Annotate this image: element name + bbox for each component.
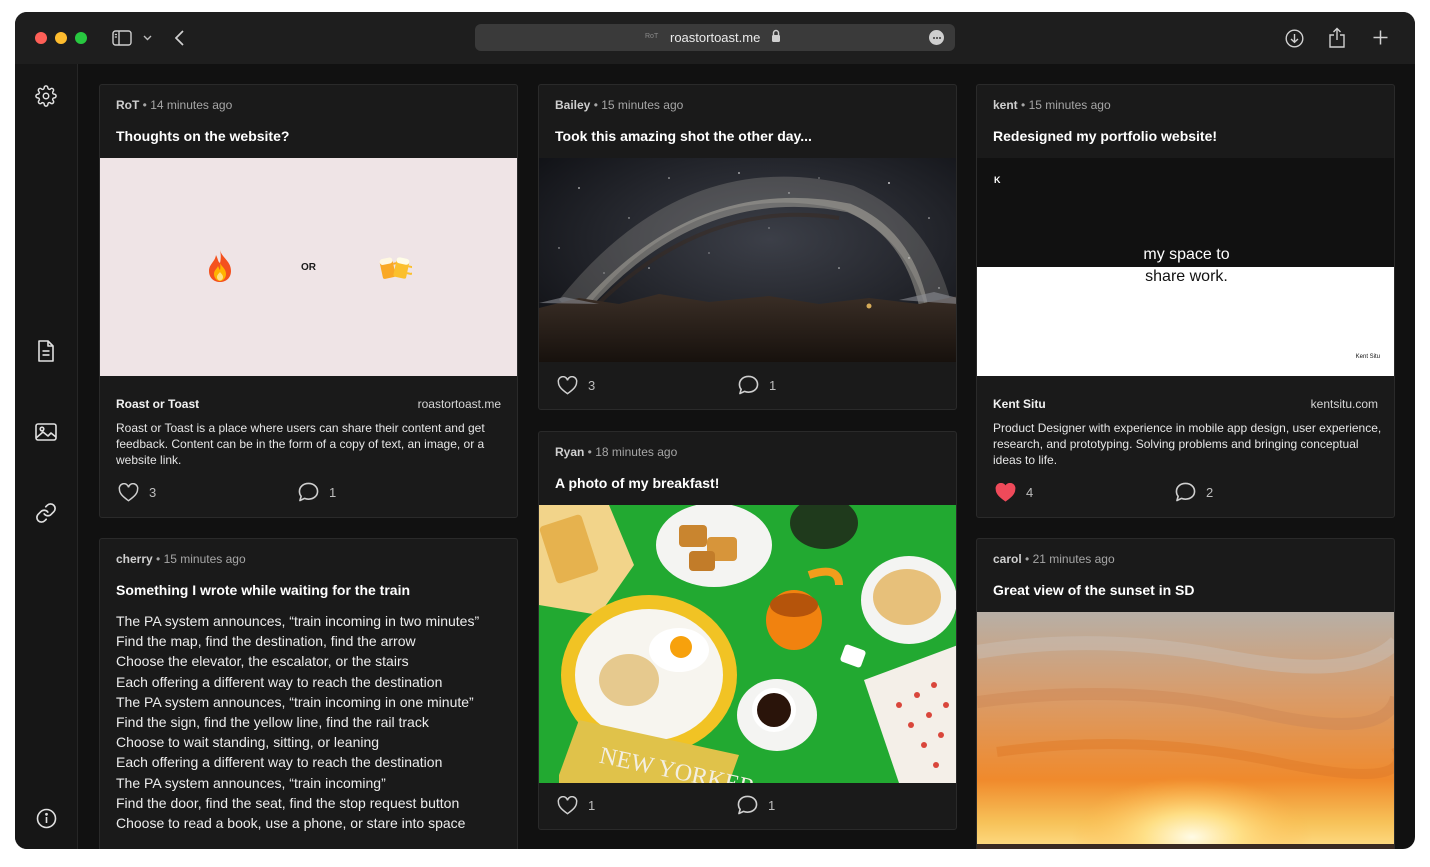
link-domain[interactable]: kentsitu.com [1311, 397, 1378, 411]
comment-button[interactable]: 1 [738, 374, 776, 396]
link-icon[interactable] [34, 501, 58, 525]
comment-button[interactable]: 1 [737, 794, 775, 816]
heart-icon [118, 482, 139, 502]
post-author[interactable]: cherry [116, 552, 153, 566]
post-meta: Ryan • 18 minutes ago [555, 445, 678, 459]
gear-icon[interactable] [34, 84, 58, 108]
post-title[interactable]: Took this amazing shot the other day... [555, 128, 812, 144]
link-description: Roast or Toast is a place where users ca… [116, 421, 485, 467]
comment-icon [738, 375, 759, 395]
image-icon[interactable] [34, 420, 58, 444]
heart-icon [557, 375, 578, 395]
comment-count: 2 [1206, 484, 1214, 500]
comment-icon [737, 795, 758, 815]
share-icon[interactable] [1328, 26, 1346, 48]
comment-icon [1175, 482, 1196, 502]
comment-button[interactable]: 1 [298, 481, 336, 503]
zoom-window-button[interactable] [75, 32, 87, 44]
post-title[interactable]: Something I wrote while waiting for the … [116, 582, 410, 598]
comment-icon [298, 482, 319, 502]
lock-icon [771, 29, 781, 48]
url-text: roastortoast.me [670, 30, 761, 45]
preview-headline-2: share work. [1145, 268, 1228, 285]
post-time: 21 minutes ago [1032, 552, 1115, 566]
toast-emoji-icon [378, 252, 416, 287]
link-title[interactable]: Kent Situ [993, 397, 1046, 411]
like-button[interactable]: 4 [995, 481, 1033, 503]
like-count: 1 [588, 797, 596, 813]
new-tab-icon[interactable] [1372, 29, 1389, 46]
post-image[interactable]: NEW YORKER [539, 505, 956, 783]
like-count: 4 [1026, 484, 1034, 500]
post-author[interactable]: RoT [116, 98, 139, 112]
preview-headline-1: my space to [1143, 246, 1230, 263]
sidebar-toggle-icon[interactable] [112, 29, 132, 46]
preview-or-text: OR [301, 262, 316, 273]
document-icon[interactable] [34, 339, 58, 363]
minimize-window-button[interactable] [55, 32, 67, 44]
post-meta: kent • 15 minutes ago [993, 98, 1111, 112]
like-button[interactable]: 1 [557, 794, 595, 816]
heart-icon [557, 795, 578, 815]
post-image[interactable] [539, 158, 956, 362]
like-button[interactable]: 3 [557, 374, 595, 396]
post-title[interactable]: Thoughts on the website? [116, 128, 289, 144]
post-meta: carol • 21 minutes ago [993, 552, 1115, 566]
post-card[interactable]: RoT • 14 minutes ago Thoughts on the web… [99, 84, 518, 518]
close-window-button[interactable] [35, 32, 47, 44]
post-card[interactable]: Ryan • 18 minutes ago A photo of my brea… [538, 431, 957, 830]
back-icon[interactable] [172, 29, 186, 47]
post-time: 15 minutes ago [1028, 98, 1111, 112]
link-preview-image[interactable]: K my space to share work. Kent Situ [977, 158, 1394, 376]
post-time: 14 minutes ago [150, 98, 233, 112]
browser-window: RoT roastortoast.me RoT • 14 minutes ago… [15, 12, 1415, 849]
link-title[interactable]: Roast or Toast [116, 397, 199, 411]
link-preview-image[interactable]: OR [100, 158, 517, 376]
like-button[interactable]: 3 [118, 481, 156, 503]
post-meta: cherry • 15 minutes ago [116, 552, 246, 566]
like-count: 3 [149, 484, 157, 500]
browser-toolbar: RoT roastortoast.me [15, 12, 1415, 64]
comment-count: 1 [769, 377, 777, 393]
more-options-icon[interactable] [929, 30, 944, 45]
post-title[interactable]: Redesigned my portfolio website! [993, 128, 1217, 144]
post-meta: Bailey • 15 minutes ago [555, 98, 684, 112]
address-bar[interactable]: RoT roastortoast.me [475, 24, 955, 51]
comment-count: 1 [329, 484, 337, 500]
heart-filled-icon [995, 482, 1016, 502]
like-count: 3 [588, 377, 596, 393]
post-author[interactable]: Bailey [555, 98, 590, 112]
fire-emoji-icon [204, 248, 236, 289]
download-icon[interactable] [1284, 28, 1304, 48]
post-author[interactable]: kent [993, 98, 1018, 112]
post-time: 15 minutes ago [163, 552, 246, 566]
preview-logo: K [994, 175, 1001, 185]
chevron-down-icon[interactable] [142, 33, 152, 43]
post-time: 18 minutes ago [595, 445, 678, 459]
post-title[interactable]: A photo of my breakfast! [555, 475, 719, 491]
post-image[interactable] [977, 612, 1394, 849]
post-card[interactable]: carol • 21 minutes ago Great view of the… [976, 538, 1395, 849]
post-title[interactable]: Great view of the sunset in SD [993, 582, 1195, 598]
post-body-text: The PA system announces, “train incoming… [116, 613, 480, 832]
info-icon[interactable] [34, 806, 58, 830]
link-description: Product Designer with experience in mobi… [993, 421, 1382, 467]
comment-count: 1 [768, 797, 776, 813]
post-time: 15 minutes ago [601, 98, 684, 112]
post-card[interactable]: kent • 15 minutes ago Redesigned my port… [976, 84, 1395, 518]
preview-footer: Kent Situ [1355, 354, 1380, 360]
post-author[interactable]: carol [993, 552, 1022, 566]
link-domain[interactable]: roastortoast.me [418, 397, 501, 411]
post-meta: RoT • 14 minutes ago [116, 98, 233, 112]
post-author[interactable]: Ryan [555, 445, 584, 459]
comment-button[interactable]: 2 [1175, 481, 1213, 503]
post-card[interactable]: Bailey • 15 minutes ago Took this amazin… [538, 84, 957, 410]
post-card[interactable]: cherry • 15 minutes ago Something I wrot… [99, 538, 518, 849]
app-sidebar [15, 64, 78, 849]
site-favicon: RoT [645, 33, 659, 40]
